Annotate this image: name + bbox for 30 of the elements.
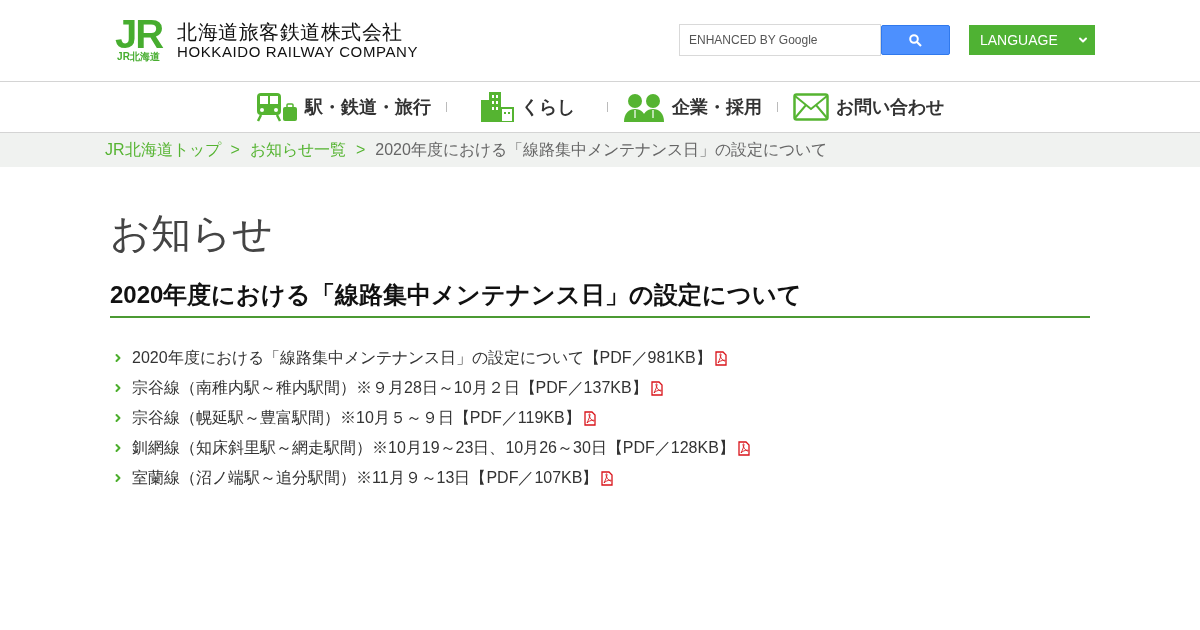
document-link[interactable]: 室蘭線（沼ノ端駅～追分駅間）※11月９～13日【PDF／107KB】 [132,466,599,490]
logo-mark-text: JR [114,18,163,50]
breadcrumb-separator: > [355,140,366,160]
pdf-file-icon [601,470,614,486]
buildings-icon [479,92,514,122]
article-title: 2020年度における「線路集中メンテナンス日」の設定について [110,280,1090,318]
search-icon [909,33,922,47]
two-people-icon [623,92,665,122]
nav-link[interactable]: くらし [479,92,575,122]
nav-link[interactable]: 企業・採用 [623,92,762,122]
document-link[interactable]: 釧網線（知床斜里駅～網走駅間）※10月19～23日、10月26～30日【PDF／128KB】 [132,436,735,460]
envelope-icon [793,93,829,121]
nav-link[interactable]: お問い合わせ [793,93,944,121]
pdf-file-icon [650,380,663,396]
company-name-english: HOKKAIDO RAILWAY COMPANY [177,42,419,61]
page-title: お知らせ [110,210,274,257]
train-luggage-icon [256,92,298,122]
document-link[interactable]: 2020年度における「線路集中メンテナンス日」の設定について【PDF／981KB】 [132,346,712,370]
pdf-file-icon [583,410,596,426]
search-field[interactable]: ENHANCED BY Google [679,24,881,56]
breadcrumb-current: 2020年度における「線路集中メンテナンス日」の設定について [375,140,827,160]
logo-caption: JR北海道 [117,51,160,63]
document-link[interactable]: 宗谷線（南稚内駅～稚内駅間）※９月28日～10月２日【PDF／137KB】 [132,376,648,400]
breadcrumb-separator: > [230,140,240,160]
search-button[interactable] [881,25,950,55]
document-link[interactable]: 宗谷線（幌延駅～豊富駅間）※10月５～９日【PDF／119KB】 [132,406,581,430]
pdf-file-icon [737,440,750,456]
pdf-file-icon [714,350,727,366]
company-name-japanese: 北海道旅客鉄道株式会社 [177,20,404,43]
nav-link[interactable]: 駅・鉄道・旅行 [256,92,431,122]
